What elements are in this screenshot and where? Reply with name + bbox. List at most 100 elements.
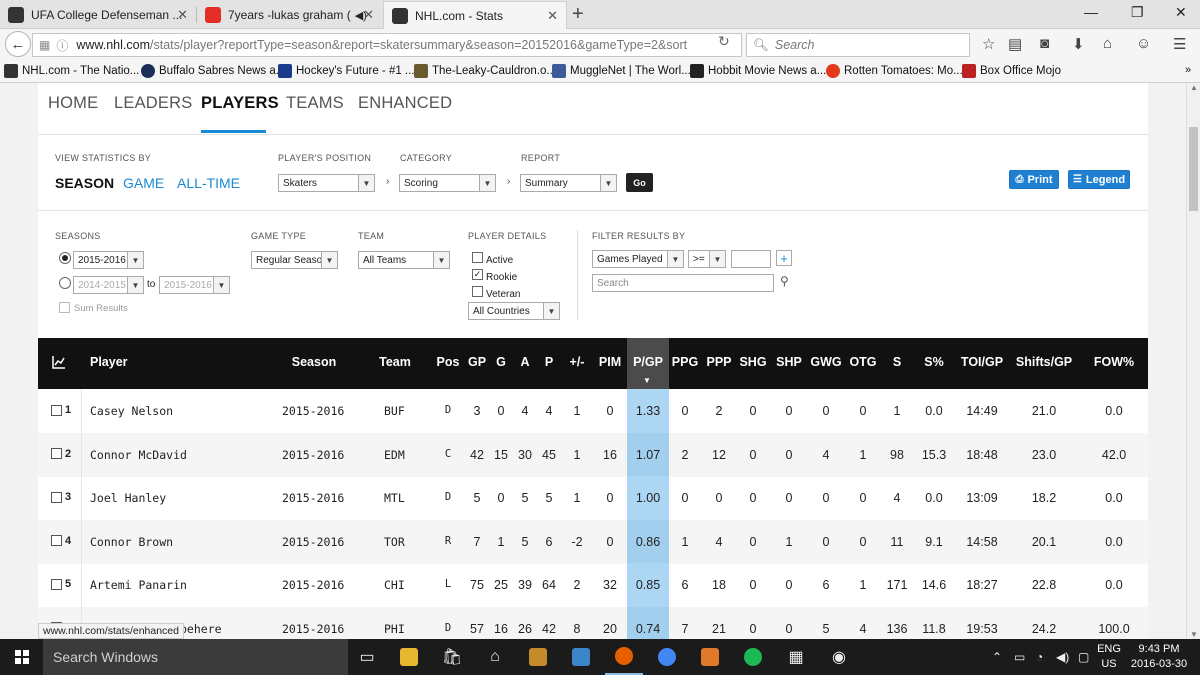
reload-icon[interactable]: ↻ [718,33,730,50]
active-checkbox[interactable] [472,252,483,263]
close-icon[interactable]: ✕ [177,7,188,23]
col-ppg[interactable]: PPG [672,355,698,369]
menu-icon[interactable]: ☰ [1173,35,1186,53]
report-select[interactable]: Summary ▼ [520,174,617,192]
chart-icon[interactable] [52,355,66,369]
row-checkbox[interactable] [51,535,62,546]
team-select[interactable]: All Teams ▼ [358,251,450,269]
restore-icon[interactable]: ❐ [1131,4,1144,21]
bookmark-item[interactable]: Buffalo Sabres News a... [141,64,285,78]
col-ppp[interactable]: PPP [706,355,731,369]
close-window-icon[interactable]: ✕ [1175,4,1187,21]
nav-leaders[interactable]: LEADERS [114,94,192,113]
search-icon[interactable]: ⚲ [780,274,789,288]
chat-icon[interactable]: ☺ [1136,35,1151,52]
table-row[interactable]: 5 Artemi Panarin 2015-2016 CHI L 75 25 39 64 2 32 0… [38,563,1148,607]
col-gwg[interactable]: GWG [810,355,841,369]
app-icon[interactable] [519,639,557,675]
photos-icon[interactable] [562,639,600,675]
page-scrollbar[interactable]: ▲ ▼ [1186,83,1200,639]
notification-icon[interactable]: ▢ [1078,639,1089,675]
view-game[interactable]: GAME [123,175,164,191]
col-fow-pct[interactable]: FOW% [1094,355,1134,369]
cell-player-name[interactable]: Joel Hanley [90,491,166,505]
col-g[interactable]: G [496,355,506,369]
season-single-radio[interactable] [59,252,71,264]
col-a[interactable]: A [520,355,529,369]
col-s-pct[interactable]: S% [924,355,943,369]
row-checkbox[interactable] [51,404,62,416]
close-icon[interactable]: ✕ [547,8,558,24]
chrome-icon[interactable] [648,639,686,675]
new-tab-icon[interactable]: + [572,3,584,26]
browser-search-input[interactable]: 🔍︎ Search [746,33,970,57]
scroll-thumb[interactable] [1189,127,1198,211]
bookmark-item[interactable]: The-Leaky-Cauldron.o... [414,64,556,78]
firefox-icon[interactable] [605,639,643,675]
print-button[interactable]: ⎙ Print [1009,170,1059,189]
col-shg[interactable]: SHG [739,355,766,369]
table-row[interactable]: 4 Connor Brown 2015-2016 TOR R 7 1 5 6 -2 0 0.86 1 4 0… [38,519,1148,564]
taskbar-search[interactable]: Search Windows [43,639,348,675]
table-row[interactable]: 3 Joel Hanley 2015-2016 MTL D 5 0 5 5 1 0 1.00 0 0 0 0 0… [38,476,1148,520]
language-indicator[interactable]: ENG US [1096,642,1122,672]
grid-icon[interactable]: ▦ [39,38,50,52]
cell-player-name[interactable]: Artemi Panarin [90,578,187,592]
download-icon[interactable]: ⬇ [1072,35,1085,53]
bookmark-item[interactable]: Box Office Mojo [962,64,1061,78]
country-select[interactable]: All Countries ▼ [468,302,560,320]
category-select[interactable]: Scoring ▼ [399,174,496,192]
col-player[interactable]: Player [90,355,128,369]
bookmark-item[interactable]: Hockey's Future - #1 ... [278,64,415,78]
table-row[interactable]: 1 Casey Nelson 2015-2016 BUF D 3 0 4 4 1 0 1.33 0 2 0 0… [38,389,1148,433]
col-shp[interactable]: SHP [776,355,802,369]
bookmarks-overflow-icon[interactable]: » [1185,64,1191,76]
bookmark-item[interactable]: MuggleNet | The Worl... [552,64,691,78]
tab-youtube[interactable]: 7years -lukas graham ( ◀) ✕ [197,1,382,29]
app-icon[interactable]: ◉ [820,639,858,675]
col-toi-gp[interactable]: TOI/GP [961,355,1003,369]
player-search-input[interactable]: Search [592,274,774,292]
col-p[interactable]: P [545,355,553,369]
col-shifts-gp[interactable]: Shifts/GP [1016,355,1072,369]
filter-value-input[interactable] [731,250,771,268]
col-season[interactable]: Season [292,355,336,369]
bookmark-item[interactable]: Hobbit Movie News a... [690,64,826,78]
game-type-select[interactable]: Regular Season ▼ [251,251,338,269]
home-icon[interactable]: ⌂ [476,639,514,675]
nav-enhanced[interactable]: ENHANCED [358,94,452,113]
pocket-icon[interactable]: ◙ [1040,35,1049,52]
bookmark-star-icon[interactable]: ☆ [982,35,995,53]
nav-players[interactable]: PLAYERS [201,94,279,113]
col-s[interactable]: S [893,355,901,369]
media-player-icon[interactable] [691,639,729,675]
col-pim[interactable]: PIM [599,355,621,369]
scroll-down-icon[interactable]: ▼ [1190,630,1198,639]
reading-list-icon[interactable]: ▤ [1008,35,1022,53]
cell-player-name[interactable]: Connor Brown [90,535,173,549]
position-select[interactable]: Skaters ▼ [278,174,375,192]
season-to-select[interactable]: 2015-2016 ▼ [159,276,230,294]
table-row[interactable]: 2 Connor McDavid 2015-2016 EDM C 42 15 30 45 1 16 1… [38,432,1148,477]
view-season[interactable]: SEASON [55,175,114,191]
info-icon[interactable]: ⓘ [56,37,68,54]
spotify-icon[interactable] [734,639,772,675]
volume-icon[interactable]: ◀) [1056,639,1069,675]
row-checkbox[interactable] [51,491,62,503]
filter-field-select[interactable]: Games Played ▼ [592,250,684,268]
season-from-select[interactable]: 2014-2015 ▼ [73,276,144,294]
bookmark-item[interactable]: Rotten Tomatoes: Mo... [826,64,963,78]
url-bar[interactable]: ▦ ⓘ www.nhl.com/stats/player?reportType=… [32,33,742,57]
home-icon[interactable]: ⌂ [1103,35,1112,52]
go-button[interactable]: Go [626,173,653,192]
row-checkbox[interactable] [51,448,62,459]
close-icon[interactable]: ✕ [363,7,374,23]
veteran-checkbox[interactable] [472,286,483,297]
nav-home[interactable]: HOME [48,94,98,113]
add-filter-icon[interactable]: + [776,250,792,266]
col-pos[interactable]: Pos [437,355,460,369]
col-gp[interactable]: GP [468,355,486,369]
file-explorer-icon[interactable] [390,639,428,675]
bookmark-item[interactable]: NHL.com - The Natio... [4,64,139,78]
view-all-time[interactable]: ALL-TIME [177,175,240,191]
